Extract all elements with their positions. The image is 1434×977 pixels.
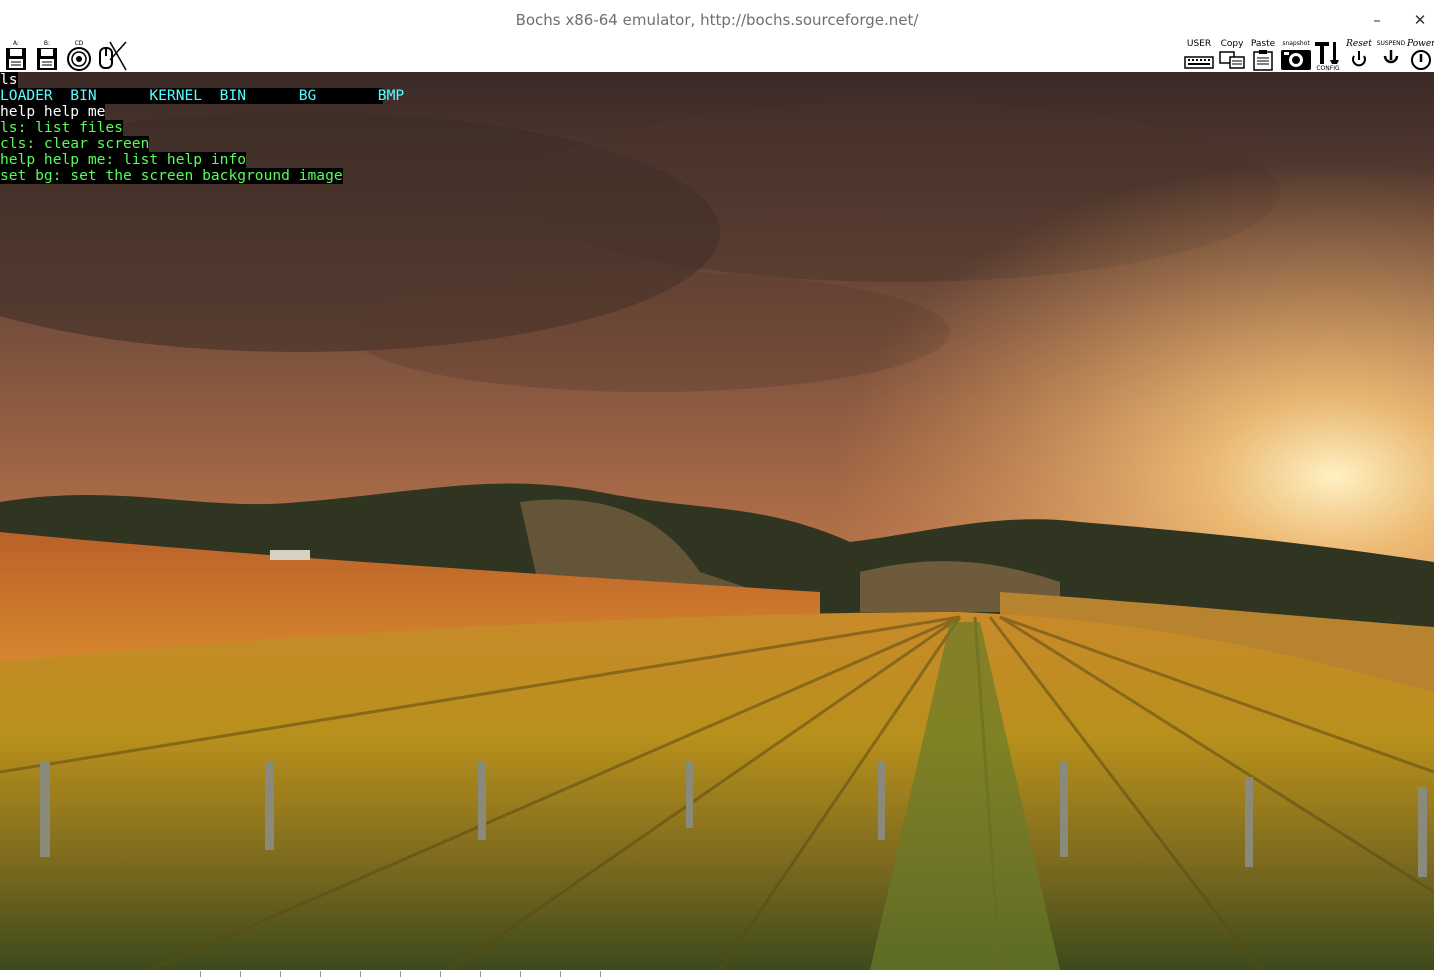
console-line: LOADER BIN KERNEL BIN BG BMP — [0, 87, 405, 104]
window-title-bar: Bochs x86-64 emulator, http://bochs.sour… — [0, 0, 1434, 40]
copy-icon — [1219, 51, 1245, 69]
paste-icon — [1253, 50, 1273, 71]
config-label: CONFIG — [1316, 65, 1340, 72]
copy-button[interactable]: Copy — [1217, 40, 1247, 72]
config-button[interactable]: CONFIG — [1313, 40, 1343, 72]
paste-button[interactable]: Paste — [1249, 40, 1277, 72]
status-separator — [480, 971, 481, 977]
status-bar — [0, 970, 1434, 977]
cdrom-icon — [67, 47, 91, 71]
terminal-output: ls LOADER BIN KERNEL BIN BG BMP help hel… — [0, 72, 405, 184]
console-line: set bg: set the screen background image — [0, 168, 383, 184]
minimize-button[interactable]: – — [1364, 8, 1390, 32]
suspend-button[interactable]: SUSPEND — [1375, 40, 1407, 72]
console-line: help help me: list help info — [0, 152, 383, 168]
power-icon — [1411, 50, 1431, 70]
status-separator — [520, 971, 521, 977]
keyboard-icon — [1184, 56, 1214, 69]
status-separator — [560, 971, 561, 977]
status-separator — [360, 971, 361, 977]
status-separator — [200, 971, 201, 977]
mouse-toggle-button[interactable] — [96, 40, 128, 72]
status-separator — [320, 971, 321, 977]
power-button[interactable]: Power — [1407, 40, 1434, 72]
status-separator — [600, 971, 601, 977]
console-line-text: ls — [0, 72, 18, 88]
reset-button[interactable]: Reset — [1344, 40, 1374, 72]
console-line-text: help help me: list help info — [0, 151, 247, 168]
status-separator — [440, 971, 441, 977]
console-line: ls: list files — [0, 120, 383, 136]
floppy-b-button[interactable]: B: — [33, 40, 61, 72]
user-keyboard-button[interactable]: USER — [1183, 40, 1215, 72]
console-line-text: set bg: set the screen background image — [0, 167, 343, 184]
console-line-text: cls: clear screen — [0, 135, 150, 152]
console-line-text: ls: list files — [0, 119, 124, 136]
floppy-b-icon — [37, 48, 57, 70]
mouse-icon — [99, 41, 127, 71]
reset-icon — [1352, 51, 1366, 67]
cdrom-button[interactable]: CD — [64, 40, 94, 72]
console-line-text: help help me — [0, 103, 106, 120]
status-separator — [400, 971, 401, 977]
suspend-icon — [1383, 50, 1399, 64]
console-line-text: LOADER BIN KERNEL BIN BG BMP — [0, 87, 405, 104]
status-separator — [280, 971, 281, 977]
console-line: help help me — [0, 104, 383, 120]
snapshot-button[interactable]: snapshot — [1279, 40, 1313, 72]
console-line: ls — [0, 72, 383, 88]
floppy-a-button[interactable]: A: — [2, 40, 30, 72]
camera-icon — [1281, 50, 1311, 70]
bochs-toolbar: A: B: CD USER Copy Paste snapshot CONFIG… — [0, 40, 1434, 72]
console-line: cls: clear screen — [0, 136, 383, 152]
emulator-screen[interactable]: ls LOADER BIN KERNEL BIN BG BMP help hel… — [0, 72, 1434, 970]
status-separator — [240, 971, 241, 977]
window-title: Bochs x86-64 emulator, http://bochs.sour… — [515, 11, 919, 29]
floppy-a-icon — [6, 48, 26, 70]
vineyard-wallpaper — [0, 72, 1434, 970]
close-button[interactable]: ✕ — [1407, 8, 1433, 32]
